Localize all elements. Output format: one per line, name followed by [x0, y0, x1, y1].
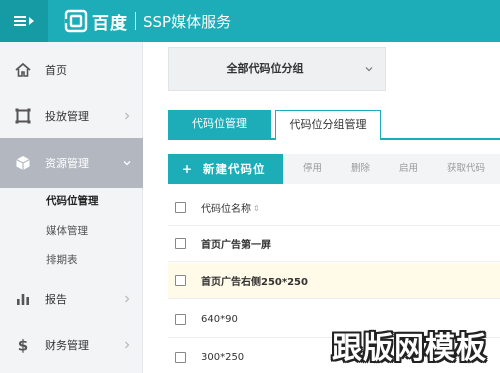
sidebar-item-resources[interactable]: 资源管理 — [0, 138, 143, 188]
table-row[interactable]: 首页广告右侧250*250 — [168, 263, 500, 299]
group-filter-select[interactable]: 全部代码位分组 — [168, 47, 386, 91]
brand-separator — [135, 12, 136, 30]
expand-arrow-icon — [29, 17, 34, 25]
new-ad-unit-button[interactable]: + 新建代码位 — [168, 154, 283, 184]
sort-icon: ⇕ — [253, 204, 260, 213]
row-checkbox[interactable] — [175, 352, 186, 363]
chevron-right-icon — [125, 112, 130, 120]
sub-item-label: 代码位管理 — [46, 194, 99, 207]
select-all-checkbox[interactable] — [175, 202, 186, 213]
sidebar-item-home[interactable]: 首页 — [0, 45, 143, 95]
sidebar: 首页 投放管理 资源管理 代码位管理 媒体管理 排期表 报告 $ 财务管理 — [0, 42, 143, 373]
new-ad-unit-label: 新建代码位 — [203, 162, 266, 176]
group-filter-value: 全部代码位分组 — [226, 62, 304, 75]
delete-button[interactable]: 删除 — [351, 154, 370, 184]
row-checkbox[interactable] — [175, 238, 186, 249]
sidebar-item-reports[interactable]: 报告 — [0, 274, 143, 324]
watermark: 跟版网模板 — [332, 331, 487, 366]
sub-item-schedule[interactable]: 排期表 — [0, 245, 143, 273]
column-header-name[interactable]: 代码位名称 ⇕ — [201, 200, 260, 215]
sidebar-item-label: 投放管理 — [45, 110, 89, 123]
dollar-icon: $ — [18, 337, 28, 353]
menu-toggle-icon — [14, 16, 26, 26]
table-row[interactable]: 首页广告第一屏 — [168, 226, 500, 262]
sub-item-label: 媒体管理 — [46, 224, 88, 237]
sidebar-item-label: 报告 — [45, 293, 67, 306]
disable-button[interactable]: 停用 — [303, 154, 322, 184]
enable-button[interactable]: 启用 — [399, 154, 418, 184]
tab-ad-unit-group-management[interactable]: 代码位分组管理 — [275, 110, 381, 140]
plus-icon: + — [182, 162, 193, 176]
brand-name: 百度 — [92, 13, 128, 34]
ad-unit-name: 300*250 — [201, 352, 245, 363]
ad-unit-name: 640*90 — [201, 314, 238, 325]
sub-item-label: 排期表 — [46, 253, 78, 266]
sub-item-ad-unit-management[interactable]: 代码位管理 — [0, 186, 143, 214]
tab-bar: 代码位管理 代码位分组管理 — [168, 110, 500, 140]
ad-unit-name: 首页广告右侧250*250 — [201, 277, 308, 288]
cube-icon — [16, 156, 30, 170]
tab-ad-unit-management[interactable]: 代码位管理 — [168, 110, 271, 140]
sidebar-item-delivery[interactable]: 投放管理 — [0, 91, 143, 141]
row-checkbox[interactable] — [175, 314, 186, 325]
chevron-down-icon — [365, 67, 373, 72]
ad-unit-name: 首页广告第一屏 — [201, 240, 271, 251]
home-icon — [15, 62, 31, 77]
baidu-logo-icon — [64, 9, 88, 33]
svg-text:$: $ — [18, 337, 28, 353]
table-header-row: 代码位名称 ⇕ — [168, 190, 500, 226]
sub-item-media-management[interactable]: 媒体管理 — [0, 216, 143, 244]
sidebar-item-label: 财务管理 — [45, 339, 89, 352]
frame-icon — [15, 108, 31, 124]
chevron-right-icon — [125, 341, 130, 349]
sidebar-item-finance[interactable]: $ 财务管理 — [0, 320, 143, 370]
brand[interactable]: 百度 SSP媒体服务 — [64, 7, 231, 35]
toolbar: + 新建代码位 停用 删除 启用 获取代码 — [168, 154, 500, 184]
row-checkbox[interactable] — [175, 275, 186, 286]
top-bar: 百度 SSP媒体服务 — [0, 0, 500, 42]
sidebar-item-label: 资源管理 — [45, 157, 89, 170]
bar-chart-icon — [17, 294, 29, 305]
chevron-down-icon — [123, 161, 131, 166]
sidebar-item-label: 首页 — [45, 64, 67, 77]
column-header-label: 代码位名称 — [201, 204, 251, 215]
get-code-button[interactable]: 获取代码 — [447, 154, 485, 184]
chevron-right-icon — [125, 295, 130, 303]
brand-subtitle: SSP媒体服务 — [143, 12, 232, 31]
menu-toggle-button[interactable] — [0, 0, 48, 42]
